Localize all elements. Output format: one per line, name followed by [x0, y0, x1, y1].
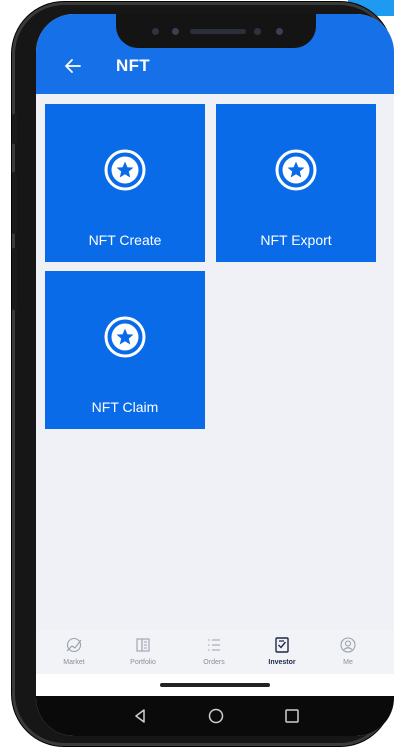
- camera-dot: [172, 28, 179, 35]
- phone-side-button: [12, 172, 17, 234]
- star-badge-icon: [275, 149, 317, 191]
- nav-recents-icon[interactable]: [282, 706, 302, 726]
- nav-back-icon[interactable]: [130, 706, 150, 726]
- back-arrow-icon[interactable]: [62, 55, 84, 77]
- page-title: NFT: [116, 56, 150, 75]
- tab-label: Me: [343, 659, 353, 666]
- sensor-dot: [254, 28, 261, 35]
- star-badge-icon: [104, 316, 146, 358]
- tab-label: Portfolio: [130, 659, 156, 666]
- tile-label: NFT Create: [88, 232, 162, 248]
- tab-portfolio[interactable]: Portfolio: [113, 636, 173, 666]
- portfolio-icon: [136, 638, 150, 652]
- system-nav-bar: [36, 696, 394, 736]
- tab-label: Investor: [268, 659, 296, 666]
- tile-label: NFT Export: [260, 232, 332, 248]
- star-badge-icon: [104, 149, 146, 191]
- phone-side-button: [12, 114, 17, 144]
- sensor-dot: [152, 28, 159, 35]
- orders-icon: [208, 639, 220, 651]
- screen: NFT NFT Create NFT Export NFT Claim Mark…: [36, 14, 394, 736]
- tab-orders[interactable]: Orders: [184, 636, 244, 666]
- tab-market[interactable]: Market: [44, 636, 104, 666]
- gesture-area: [36, 674, 394, 696]
- tile-nft-create[interactable]: NFT Create: [45, 104, 205, 262]
- phone-frame: NFT NFT Create NFT Export NFT Claim Mark…: [12, 2, 394, 746]
- investor-icon: [275, 637, 289, 653]
- tile-nft-export[interactable]: NFT Export: [216, 104, 376, 262]
- tile-nft-claim[interactable]: NFT Claim: [45, 271, 205, 429]
- tile-label: NFT Claim: [91, 399, 159, 415]
- phone-side-button: [12, 248, 17, 310]
- market-icon: [66, 637, 82, 653]
- nav-home-icon[interactable]: [206, 706, 226, 726]
- speaker-grille: [190, 29, 246, 34]
- home-indicator[interactable]: [160, 683, 270, 687]
- tab-label: Market: [63, 659, 85, 666]
- tab-investor[interactable]: Investor: [252, 636, 312, 666]
- tab-me[interactable]: Me: [318, 636, 378, 666]
- camera-notch: [116, 14, 316, 48]
- front-camera-dot: [276, 28, 283, 35]
- tab-label: Orders: [203, 659, 225, 666]
- profile-icon: [340, 637, 356, 653]
- app-bar: NFT: [36, 14, 394, 94]
